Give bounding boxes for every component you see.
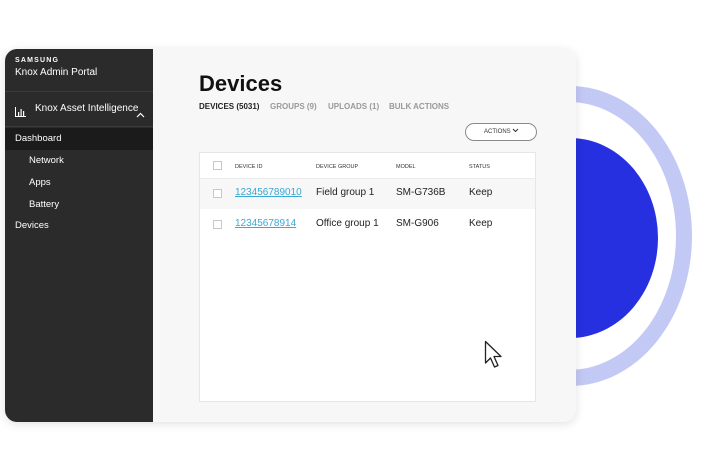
- sidebar-section-knox-asset-intelligence[interactable]: Knox Asset Intelligence: [5, 91, 153, 127]
- status-cell: Keep: [469, 187, 493, 198]
- sidebar-item-label: Devices: [15, 220, 49, 231]
- tab-groups[interactable]: GROUPS (9): [270, 102, 317, 111]
- model-cell: SM-G906: [396, 218, 439, 229]
- sidebar-section-label: Knox Asset Intelligence: [35, 103, 139, 114]
- device-group-cell: Office group 1: [316, 218, 379, 229]
- sidebar-item-label: Battery: [29, 199, 60, 210]
- sidebar-item-label: Network: [29, 155, 64, 166]
- device-id-link[interactable]: 12345678914: [235, 218, 296, 229]
- row-checkbox[interactable]: [213, 189, 222, 198]
- sidebar-item-label: Apps: [29, 177, 51, 188]
- tab-devices[interactable]: DEVICES (5031): [199, 102, 259, 111]
- select-all-checkbox[interactable]: [213, 161, 222, 170]
- device-group-cell: Field group 1: [316, 187, 375, 198]
- portal-title: Knox Admin Portal: [15, 67, 98, 78]
- actions-label: ACTIONS: [484, 129, 511, 135]
- column-header-model: MODEL: [396, 164, 416, 170]
- sidebar-item-apps[interactable]: Apps: [5, 172, 153, 194]
- tab-uploads[interactable]: UPLOADS (1): [328, 102, 379, 111]
- sidebar-item-network[interactable]: Network: [5, 150, 153, 172]
- chevron-up-icon[interactable]: [136, 105, 145, 123]
- bar-chart-icon: [15, 104, 26, 122]
- status-cell: Keep: [469, 218, 493, 229]
- sidebar-item-dashboard[interactable]: Dashboard: [5, 128, 153, 150]
- sidebar: SAMSUNG Knox Admin Portal Knox Asset Int…: [5, 49, 153, 422]
- actions-dropdown-button[interactable]: ACTIONS: [465, 123, 537, 141]
- column-header-status: STATUS: [469, 164, 490, 170]
- chevron-down-icon: [512, 128, 519, 135]
- table-row: 12345678914 Office group 1 SM-G906 Keep: [200, 210, 535, 240]
- column-header-device-id: DEVICE ID: [235, 164, 263, 170]
- model-cell: SM-G736B: [396, 187, 446, 198]
- sidebar-item-label: Dashboard: [15, 133, 62, 144]
- mouse-cursor-icon: [484, 340, 504, 375]
- device-id-link[interactable]: 123456789010: [235, 187, 302, 198]
- sidebar-item-devices[interactable]: Devices: [5, 215, 153, 237]
- row-checkbox[interactable]: [213, 220, 222, 229]
- main-content: Devices DEVICES (5031) GROUPS (9) UPLOAD…: [153, 49, 576, 422]
- sidebar-item-battery[interactable]: Battery: [5, 194, 153, 216]
- column-header-device-group: DEVICE GROUP: [316, 164, 359, 170]
- tab-bulk-actions[interactable]: BULK ACTIONS: [389, 102, 449, 111]
- page-title: Devices: [199, 71, 283, 96]
- brand-logo: SAMSUNG: [15, 57, 60, 64]
- table-row: 123456789010 Field group 1 SM-G736B Keep: [200, 179, 535, 209]
